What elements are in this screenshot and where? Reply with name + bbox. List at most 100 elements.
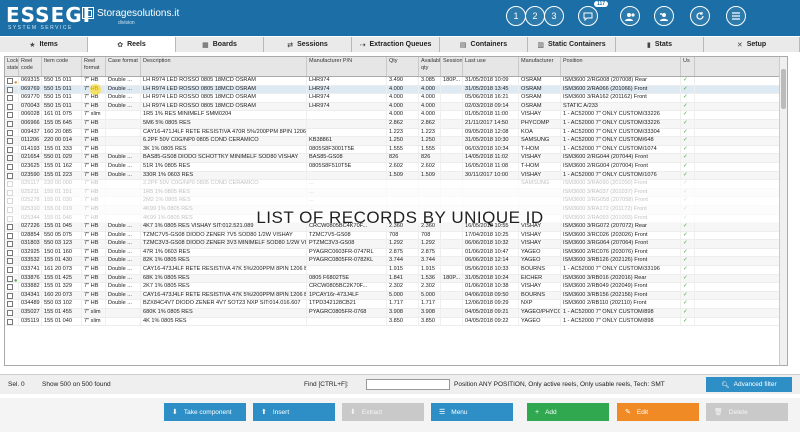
tab-boards[interactable]: ▦ Boards (176, 37, 264, 52)
table-row[interactable]: 035027 155 01 455 7" slim 680K 1% 0805 RES P… (5, 309, 787, 318)
table-row[interactable]: 033882 155 01 329 7" HB Double ... 2K7 1% 08… (5, 283, 787, 292)
column-header[interactable]: Session (441, 57, 463, 76)
row-checkbox[interactable] (7, 103, 13, 110)
row-checkbox[interactable] (7, 267, 13, 274)
table-row[interactable]: 025278 155 01 030 7" HB 2M2 1% 0805 RES... I… (5, 197, 787, 206)
row-checkbox[interactable] (7, 163, 13, 170)
table-row[interactable]: 032925 150 01 160 7" HB Double ... 47R 1% 06… (5, 248, 787, 258)
row-checkbox[interactable] (7, 232, 13, 239)
table-row[interactable]: ● 069315 550 15 011 7" HB Double ... LH R974 … (5, 77, 787, 86)
row-checkbox[interactable] (7, 146, 13, 153)
find-input[interactable] (366, 379, 450, 390)
table-row[interactable]: 006028 161 01 075 7" slim 1R5 1% RES MINIME… (5, 111, 787, 120)
column-header[interactable]: Reel code (19, 57, 42, 76)
column-header[interactable]: Available qty (419, 57, 441, 76)
table-row[interactable]: 069770 550 15 011 7" HB Double ... LH R974 L… (5, 94, 787, 103)
row-checkbox[interactable] (7, 318, 13, 325)
table-row[interactable]: 025310 155 01 019 7" HB 4K99 1% 0805 RES...… (5, 205, 787, 215)
table-row[interactable]: 023590 155 01 223 7" HB Double ... 330R 1% 0… (5, 171, 787, 181)
column-header[interactable]: Lock state (5, 57, 19, 76)
table-row[interactable]: 034489 550 03 102 7" HB Double ... BZX84C4V7… (5, 300, 787, 310)
edit-button[interactable]: ✎ Edit (617, 403, 699, 421)
table-row[interactable]: 031803 550 03 123 7" HB Double ... TZMC3V3-G… (5, 240, 787, 249)
row-checkbox[interactable] (7, 241, 13, 248)
row-checkbox[interactable] (7, 249, 13, 256)
row-checkbox[interactable] (7, 155, 13, 162)
table-row[interactable]: 069769550 15 0117" HBDouble ...LH R974 L… (5, 85, 787, 95)
table-row[interactable]: 028854 550 05 075 7" HB Double ... TZMC7V5-G… (5, 231, 787, 241)
extract-button[interactable]: ⬇ Extract (342, 403, 424, 421)
table-row[interactable]: 035119 155 01 040 7" slim 4K 1% 0805 RES 3.8… (5, 317, 787, 327)
row-checkbox[interactable] (7, 78, 13, 84)
tab-sessions[interactable]: ⇄ Sessions (264, 37, 352, 52)
tab-containers[interactable]: ▤ Containers (440, 37, 528, 52)
column-header[interactable]: Us (681, 57, 695, 76)
row-checkbox[interactable] (7, 86, 13, 93)
table-row[interactable]: ● 033876 155 01 425 7" HB Double ... 68K 1% 0… (5, 274, 787, 284)
table-row[interactable]: 009437 160 20 085 7" HB CAY16-471J4LF RETE … (5, 128, 787, 138)
table-row[interactable]: 070043 550 15 011 7" HB Double ... LH R974 L… (5, 102, 787, 112)
chat-icon[interactable] (578, 6, 598, 26)
tab-items[interactable]: ★ Items (0, 37, 88, 52)
advanced-filter-button[interactable]: 🔍︎ Advanced filter (706, 377, 792, 392)
refresh-icon[interactable] (690, 6, 710, 26)
row-checkbox[interactable] (7, 198, 13, 205)
row-checkbox[interactable] (7, 181, 13, 188)
row-checkbox[interactable] (7, 112, 13, 119)
row-checkbox[interactable] (7, 292, 13, 299)
tab-setup[interactable]: ✕ Setup (704, 37, 800, 52)
insert-button[interactable]: ⬆ Insert (253, 403, 335, 421)
step-1-button[interactable]: 1 (506, 6, 526, 26)
column-header[interactable]: Case format (106, 57, 141, 76)
column-header[interactable]: Description (141, 57, 307, 76)
table-row[interactable]: 034341 160 20 073 7" HB Double ... CAY16-473… (5, 291, 787, 301)
menu-button[interactable]: ☰ Menu (431, 403, 513, 421)
add-button[interactable]: + Add (527, 403, 609, 421)
table-row[interactable]: 014193 155 01 333 7" HB 3K 1% 0805 RES 0805S… (5, 145, 787, 155)
row-checkbox[interactable] (7, 120, 13, 127)
table-row[interactable]: 027226 155 01 045 7" HB Double ... 4K7 1% 08… (5, 223, 787, 232)
people-icon[interactable] (620, 6, 640, 26)
table-row[interactable]: 033532 155 01 430 7" HB Double ... 82K 1% 08… (5, 257, 787, 267)
menu-icon[interactable] (726, 6, 746, 26)
take-component-button[interactable]: ⬇ Take component (164, 403, 246, 421)
table-row[interactable]: 033741 161 20 073 7" HB Double ... CAY16-473… (5, 266, 787, 275)
scrollbar-thumb[interactable] (781, 69, 786, 109)
column-header[interactable]: Manufacturer (519, 57, 561, 76)
column-header[interactable]: Reel format (82, 57, 106, 76)
row-checkbox[interactable] (7, 206, 13, 213)
row-checkbox[interactable] (7, 310, 13, 317)
tab-extraction-queues[interactable]: ⇢ Extraction Queues (352, 37, 440, 52)
vertical-scrollbar[interactable] (779, 57, 787, 365)
row-checkbox[interactable] (7, 258, 13, 265)
tab-reels[interactable]: ✿ Reels (88, 37, 176, 52)
table-row[interactable]: 006966 155 05 645 7" HB 5M6 5% 0805 RES 2.86… (5, 119, 787, 129)
row-checkbox[interactable] (7, 275, 13, 282)
row-checkbox[interactable] (7, 138, 13, 145)
add-user-icon[interactable] (654, 6, 674, 26)
row-checkbox[interactable] (7, 301, 13, 308)
table-row[interactable]: 025211 155 01 151 7" HB 1R5 1% 0805 RES... I… (5, 188, 787, 198)
row-checkbox[interactable] (7, 95, 13, 102)
table-row[interactable]: 011206 220 00 014 7" HB 6.2PF 50V C0G/NP0 0… (5, 137, 787, 146)
column-header[interactable]: Item code (42, 57, 82, 76)
column-header[interactable]: Last use (463, 57, 519, 76)
table-row[interactable]: 025344 155 01 046 7" HB 4K99 1% 0805 RES...… (5, 214, 787, 224)
table-row[interactable]: 025117 220 00 000 7" HB 2.2PF 50V C0G/NP0 0… (5, 180, 787, 189)
step-2-button[interactable]: 2 (525, 6, 545, 26)
table-row[interactable]: 023625 155 01 162 7" HB Double ... 51R 1% 08… (5, 162, 787, 172)
row-checkbox[interactable] (7, 224, 13, 231)
table-row[interactable]: 021654 550 01 029 7" HB Double ... BAS85-GS0… (5, 154, 787, 163)
delete-button[interactable]: 🗑︎ Delete (706, 403, 788, 421)
row-checkbox[interactable] (7, 172, 13, 179)
tab-static-containers[interactable]: ▥ Static Containers (528, 37, 616, 52)
row-checkbox[interactable] (7, 284, 13, 291)
row-checkbox[interactable] (7, 129, 13, 136)
column-header[interactable]: Qty (387, 57, 419, 76)
step-3-button[interactable]: 3 (544, 6, 564, 26)
row-checkbox[interactable] (7, 215, 13, 222)
row-checkbox[interactable] (7, 189, 13, 196)
column-header[interactable]: Position (561, 57, 681, 76)
tab-stats[interactable]: ▮ Stats (616, 37, 704, 52)
column-header[interactable]: Manufacturer P/N (307, 57, 387, 76)
